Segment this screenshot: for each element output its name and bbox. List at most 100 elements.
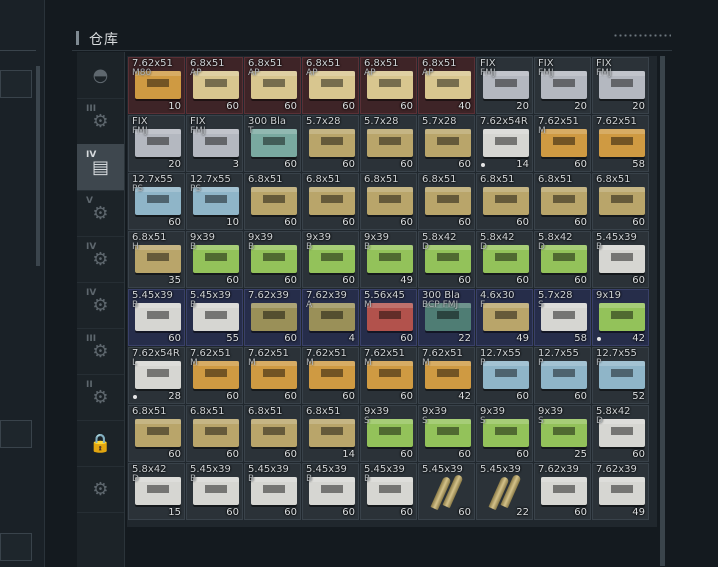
ammo-slot[interactable]: 7.62x51 M80 10 (128, 57, 185, 114)
ammo-slot[interactable]: 9x39 S 60 (476, 405, 533, 462)
ammo-slot[interactable]: 7.62x51 M 60 (360, 347, 417, 404)
ammo-slot[interactable]: 6.8x51 60 (360, 173, 417, 230)
ammo-slot[interactable]: 12.7x55 P 60 (534, 347, 591, 404)
ammo-slot[interactable]: 5.8x42 D 15 (128, 463, 185, 520)
stash-scrollbar[interactable] (660, 56, 665, 566)
ammo-slot[interactable]: 5.56x45 M 60 (360, 289, 417, 346)
ammo-slot[interactable]: 5.45x39 60 (418, 463, 475, 520)
ammo-slot[interactable]: FIX FMJ 3 (186, 115, 243, 172)
ammo-slot[interactable]: 7.62x51 58 (592, 115, 649, 172)
ammo-slot[interactable]: 300 Bla BCP FMJ 22 (418, 289, 475, 346)
ammo-slot[interactable]: 7.62x39 A 4 (302, 289, 359, 346)
ammo-slot[interactable]: 5.45x39 B 55 (186, 289, 243, 346)
ammo-slot[interactable]: 6.8x51 60 (534, 173, 591, 230)
ammo-slot[interactable]: 7.62x51 M 60 (302, 347, 359, 404)
ammo-slot[interactable]: 5.8x42 D 60 (592, 405, 649, 462)
ammo-slot[interactable]: 6.8x51 AP 60 (186, 57, 243, 114)
ammo-slot[interactable]: 6.8x51 AP 60 (302, 57, 359, 114)
ammo-slot[interactable]: 5.7x28 60 (360, 115, 417, 172)
ammo-slot[interactable]: 5.7x28 S 58 (534, 289, 591, 346)
tab-2[interactable]: IV ▤ (77, 144, 124, 191)
category-tabs: ◓ III ⚙ IV ▤ V ⚙ IV ⚙ IV ⚙ III ⚙ II ⚙ 🔒 ⚙ (77, 52, 125, 567)
tab-6[interactable]: III ⚙ (77, 328, 124, 375)
ammo-slot[interactable]: 6.8x51 60 (302, 173, 359, 230)
ammo-slot[interactable]: 9x39 B 60 (244, 231, 301, 288)
left-panel-field[interactable] (0, 70, 32, 98)
ammo-slot[interactable]: 12.7x55 PS 60 (128, 173, 185, 230)
ammo-slot[interactable]: 6.8x51 AP 60 (360, 57, 417, 114)
ammo-slot[interactable]: 9x19 42 (592, 289, 649, 346)
ammo-slot[interactable]: 7.62x39 60 (534, 463, 591, 520)
ammo-slot[interactable]: 5.45x39 B 60 (128, 289, 185, 346)
ammo-slot[interactable]: 12.7x55 P 52 (592, 347, 649, 404)
ammo-slot[interactable]: 9x39 B 60 (302, 231, 359, 288)
left-panel-field[interactable] (0, 420, 32, 448)
ammo-slot[interactable]: 5.45x39 B 60 (302, 463, 359, 520)
ammo-slot[interactable]: 6.8x51 60 (476, 173, 533, 230)
ammo-slot[interactable]: 6.8x51 H 35 (128, 231, 185, 288)
ammo-slot[interactable]: 4.6x30 F 49 (476, 289, 533, 346)
ammo-slot[interactable]: 7.62x39 49 (592, 463, 649, 520)
tab-4[interactable]: IV ⚙ (77, 236, 124, 283)
ammo-slot[interactable]: 6.8x51 60 (592, 173, 649, 230)
tab-3[interactable]: V ⚙ (77, 190, 124, 237)
ammo-slot[interactable]: 5.45x39 B 60 (244, 463, 301, 520)
ammo-slot[interactable]: 5.7x28 60 (418, 115, 475, 172)
ammo-type: M (538, 126, 546, 136)
tab-0[interactable]: ◓ (77, 52, 124, 99)
ammo-slot[interactable]: 6.8x51 60 (128, 405, 185, 462)
ammo-slot[interactable]: 9x39 S 60 (360, 405, 417, 462)
header-accent (76, 31, 79, 45)
stack-count: 60 (284, 159, 297, 170)
ammo-slot[interactable]: 12.7x55 P 60 (476, 347, 533, 404)
ammo-caliber: 5.7x28 (306, 116, 341, 127)
ammo-type: H (132, 242, 139, 252)
ammo-slot[interactable]: 7.62x51 M 60 (244, 347, 301, 404)
ammo-slot[interactable]: 5.8x42 D 60 (418, 231, 475, 288)
ammo-slot[interactable]: 7.62x51 M 60 (186, 347, 243, 404)
ammo-type: L (132, 358, 138, 368)
ammo-slot[interactable]: FIX FMJ 20 (534, 57, 591, 114)
ammo-slot[interactable]: FIX FMJ 20 (128, 115, 185, 172)
ammo-slot[interactable]: 6.8x51 AP 40 (418, 57, 475, 114)
ammo-slot[interactable]: 300 Bla T 60 (244, 115, 301, 172)
ammo-slot[interactable]: 5.7x28 60 (302, 115, 359, 172)
ammo-slot[interactable]: 7.62x39 60 (244, 289, 301, 346)
ammo-slot[interactable]: 9x39 B 60 (186, 231, 243, 288)
ammo-slot[interactable]: FIX FMJ 20 (476, 57, 533, 114)
stack-count: 60 (226, 391, 239, 402)
ammo-caliber: 5.7x28 (422, 116, 457, 127)
ammo-slot[interactable]: 5.45x39 B 60 (186, 463, 243, 520)
ammo-slot[interactable]: 7.62x54R L 28 (128, 347, 185, 404)
tab-8[interactable]: 🔒 (77, 420, 124, 467)
ammo-box-icon (541, 361, 587, 389)
ammo-slot[interactable]: 7.62x54R 14 (476, 115, 533, 172)
ammo-slot[interactable]: 6.8x51 14 (302, 405, 359, 462)
ammo-slot[interactable]: 5.45x39 B 60 (360, 463, 417, 520)
ammo-slot[interactable]: 7.62x51 M 60 (534, 115, 591, 172)
ammo-type: M (364, 300, 372, 310)
ammo-slot[interactable]: 5.8x42 D 60 (534, 231, 591, 288)
left-panel-field[interactable] (0, 533, 32, 561)
ammo-slot[interactable]: 6.8x51 60 (244, 405, 301, 462)
ammo-slot[interactable]: 5.45x39 22 (476, 463, 533, 520)
ammo-slot[interactable]: 9x39 B 49 (360, 231, 417, 288)
ammo-slot[interactable]: 12.7x55 PS 10 (186, 173, 243, 230)
ammo-slot[interactable]: 5.45x39 B 60 (592, 231, 649, 288)
ammo-slot[interactable]: 6.8x51 60 (186, 405, 243, 462)
ammo-slot[interactable]: 6.8x51 60 (418, 173, 475, 230)
ammo-slot[interactable]: 5.8x42 D 60 (476, 231, 533, 288)
tab-7[interactable]: II ⚙ (77, 374, 124, 421)
tab-9[interactable]: ⚙ (77, 466, 124, 513)
tab-1[interactable]: III ⚙ (77, 98, 124, 145)
ammo-slot[interactable]: FIX FMJ 20 (592, 57, 649, 114)
ammo-slot[interactable]: 7.62x51 M 42 (418, 347, 475, 404)
ammo-box-icon (541, 187, 587, 215)
left-panel-scrollbar[interactable] (36, 66, 40, 266)
ammo-slot[interactable]: 6.8x51 AP 60 (244, 57, 301, 114)
ammo-slot[interactable]: 6.8x51 60 (244, 173, 301, 230)
ammo-slot[interactable]: 9x39 S 25 (534, 405, 591, 462)
tab-5[interactable]: IV ⚙ (77, 282, 124, 329)
window-options-dots[interactable] (613, 34, 671, 37)
ammo-slot[interactable]: 9x39 S 60 (418, 405, 475, 462)
